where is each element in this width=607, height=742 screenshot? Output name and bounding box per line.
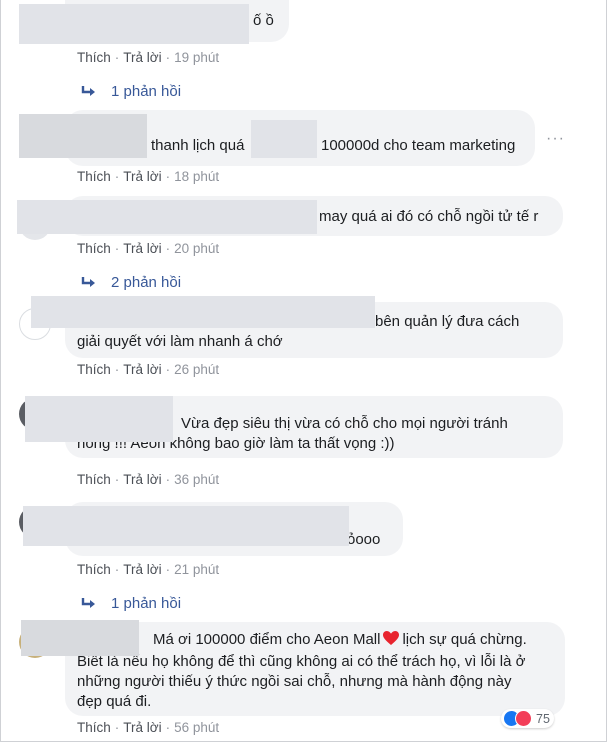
comment-actions: Thích · Trả lời · 56 phút — [77, 720, 220, 735]
comment-time[interactable]: 20 phút — [174, 241, 219, 256]
reaction-count: 75 — [536, 711, 550, 726]
view-replies-link[interactable]: 1 phản hồi — [81, 83, 181, 100]
redacted-name — [25, 396, 173, 442]
comment-text: Vừa đẹp siêu thị vừa có chỗ cho mọi ngườ… — [181, 415, 508, 432]
comment-actions: Thích · Trả lời · 26 phút — [77, 362, 220, 377]
replies-count: 1 phản hồi — [111, 83, 182, 100]
comment-text: thanh lịch quá — [151, 137, 245, 154]
love-reaction-icon — [515, 710, 532, 727]
comment-text: may quá ai đó có chỗ ngồi tử tế r — [319, 208, 539, 225]
comment-text: ỏooo — [347, 531, 381, 548]
like-link[interactable]: Thích — [77, 720, 111, 735]
comment-text: ố ồ — [253, 12, 274, 29]
comment-actions: Thích · Trả lời · 20 phút — [77, 241, 220, 256]
comment-time[interactable]: 36 phút — [174, 472, 219, 487]
reply-arrow-icon — [81, 276, 95, 287]
comment-actions: Thích · Trả lời · 36 phút — [77, 472, 220, 487]
comment-time[interactable]: 21 phút — [174, 562, 219, 577]
comment-text: Biết là nếu họ không để thì cũng không a… — [77, 653, 526, 670]
redacted-name — [23, 506, 349, 546]
redacted-text — [251, 120, 317, 158]
reaction-summary[interactable]: 75 — [501, 709, 554, 728]
like-link[interactable]: Thích — [77, 50, 111, 65]
comment-actions: Thích · Trả lời · 18 phút — [77, 169, 220, 184]
replies-count: 2 phản hồi — [111, 274, 182, 291]
reply-link[interactable]: Trả lời — [123, 50, 161, 65]
comment-actions: Thích · Trả lời · 21 phút — [77, 562, 220, 577]
like-link[interactable]: Thích — [77, 562, 111, 577]
redacted-name — [17, 200, 317, 234]
redacted-name — [21, 620, 139, 656]
redacted-name — [19, 114, 147, 158]
view-replies-link[interactable]: 2 phản hồi — [81, 274, 181, 291]
comment-time[interactable]: 56 phút — [174, 720, 219, 735]
comment-text: 100000d cho team marketing — [321, 137, 516, 154]
reply-link[interactable]: Trả lời — [123, 241, 161, 256]
comment-actions: Thích · Trả lời · 19 phút — [77, 50, 220, 65]
reply-link[interactable]: Trả lời — [123, 169, 161, 184]
like-link[interactable]: Thích — [77, 169, 111, 184]
comment-text: bên quản lý đưa cách — [375, 313, 520, 330]
reply-arrow-icon — [81, 85, 95, 96]
redacted-name — [19, 4, 249, 44]
replies-count: 1 phản hồi — [111, 595, 182, 612]
reply-arrow-icon — [81, 597, 95, 608]
comment-bubble: Má ơi 100000 điểm cho Aeon Mall lịch sự q… — [65, 622, 565, 716]
redacted-name — [31, 296, 375, 328]
comment-time[interactable]: 19 phút — [174, 50, 219, 65]
more-options-icon[interactable]: ··· — [546, 130, 565, 148]
view-replies-link[interactable]: 1 phản hồi — [81, 595, 181, 612]
like-link[interactable]: Thích — [77, 472, 111, 487]
comment-time[interactable]: 18 phút — [174, 169, 219, 184]
comment-text: Má ơi 100000 điểm cho Aeon Mall lịch sự q… — [153, 631, 527, 648]
comment-text: những người thiếu ý thức ngồi sai chỗ, n… — [77, 673, 512, 690]
reply-link[interactable]: Trả lời — [123, 362, 161, 377]
comment-text: đẹp quá đi. — [77, 693, 152, 710]
comment-time[interactable]: 26 phút — [174, 362, 219, 377]
reply-link[interactable]: Trả lời — [123, 472, 161, 487]
reply-link[interactable]: Trả lời — [123, 562, 161, 577]
comments-panel: ố ồ Thích · Trả lời · 19 phút 1 phản hồi tha… — [0, 0, 607, 742]
reply-link[interactable]: Trả lời — [123, 720, 161, 735]
like-link[interactable]: Thích — [77, 241, 111, 256]
heart-emoji-icon — [383, 631, 400, 645]
comment-text: giải quyết với làm nhanh á chớ — [77, 333, 283, 350]
like-link[interactable]: Thích — [77, 362, 111, 377]
